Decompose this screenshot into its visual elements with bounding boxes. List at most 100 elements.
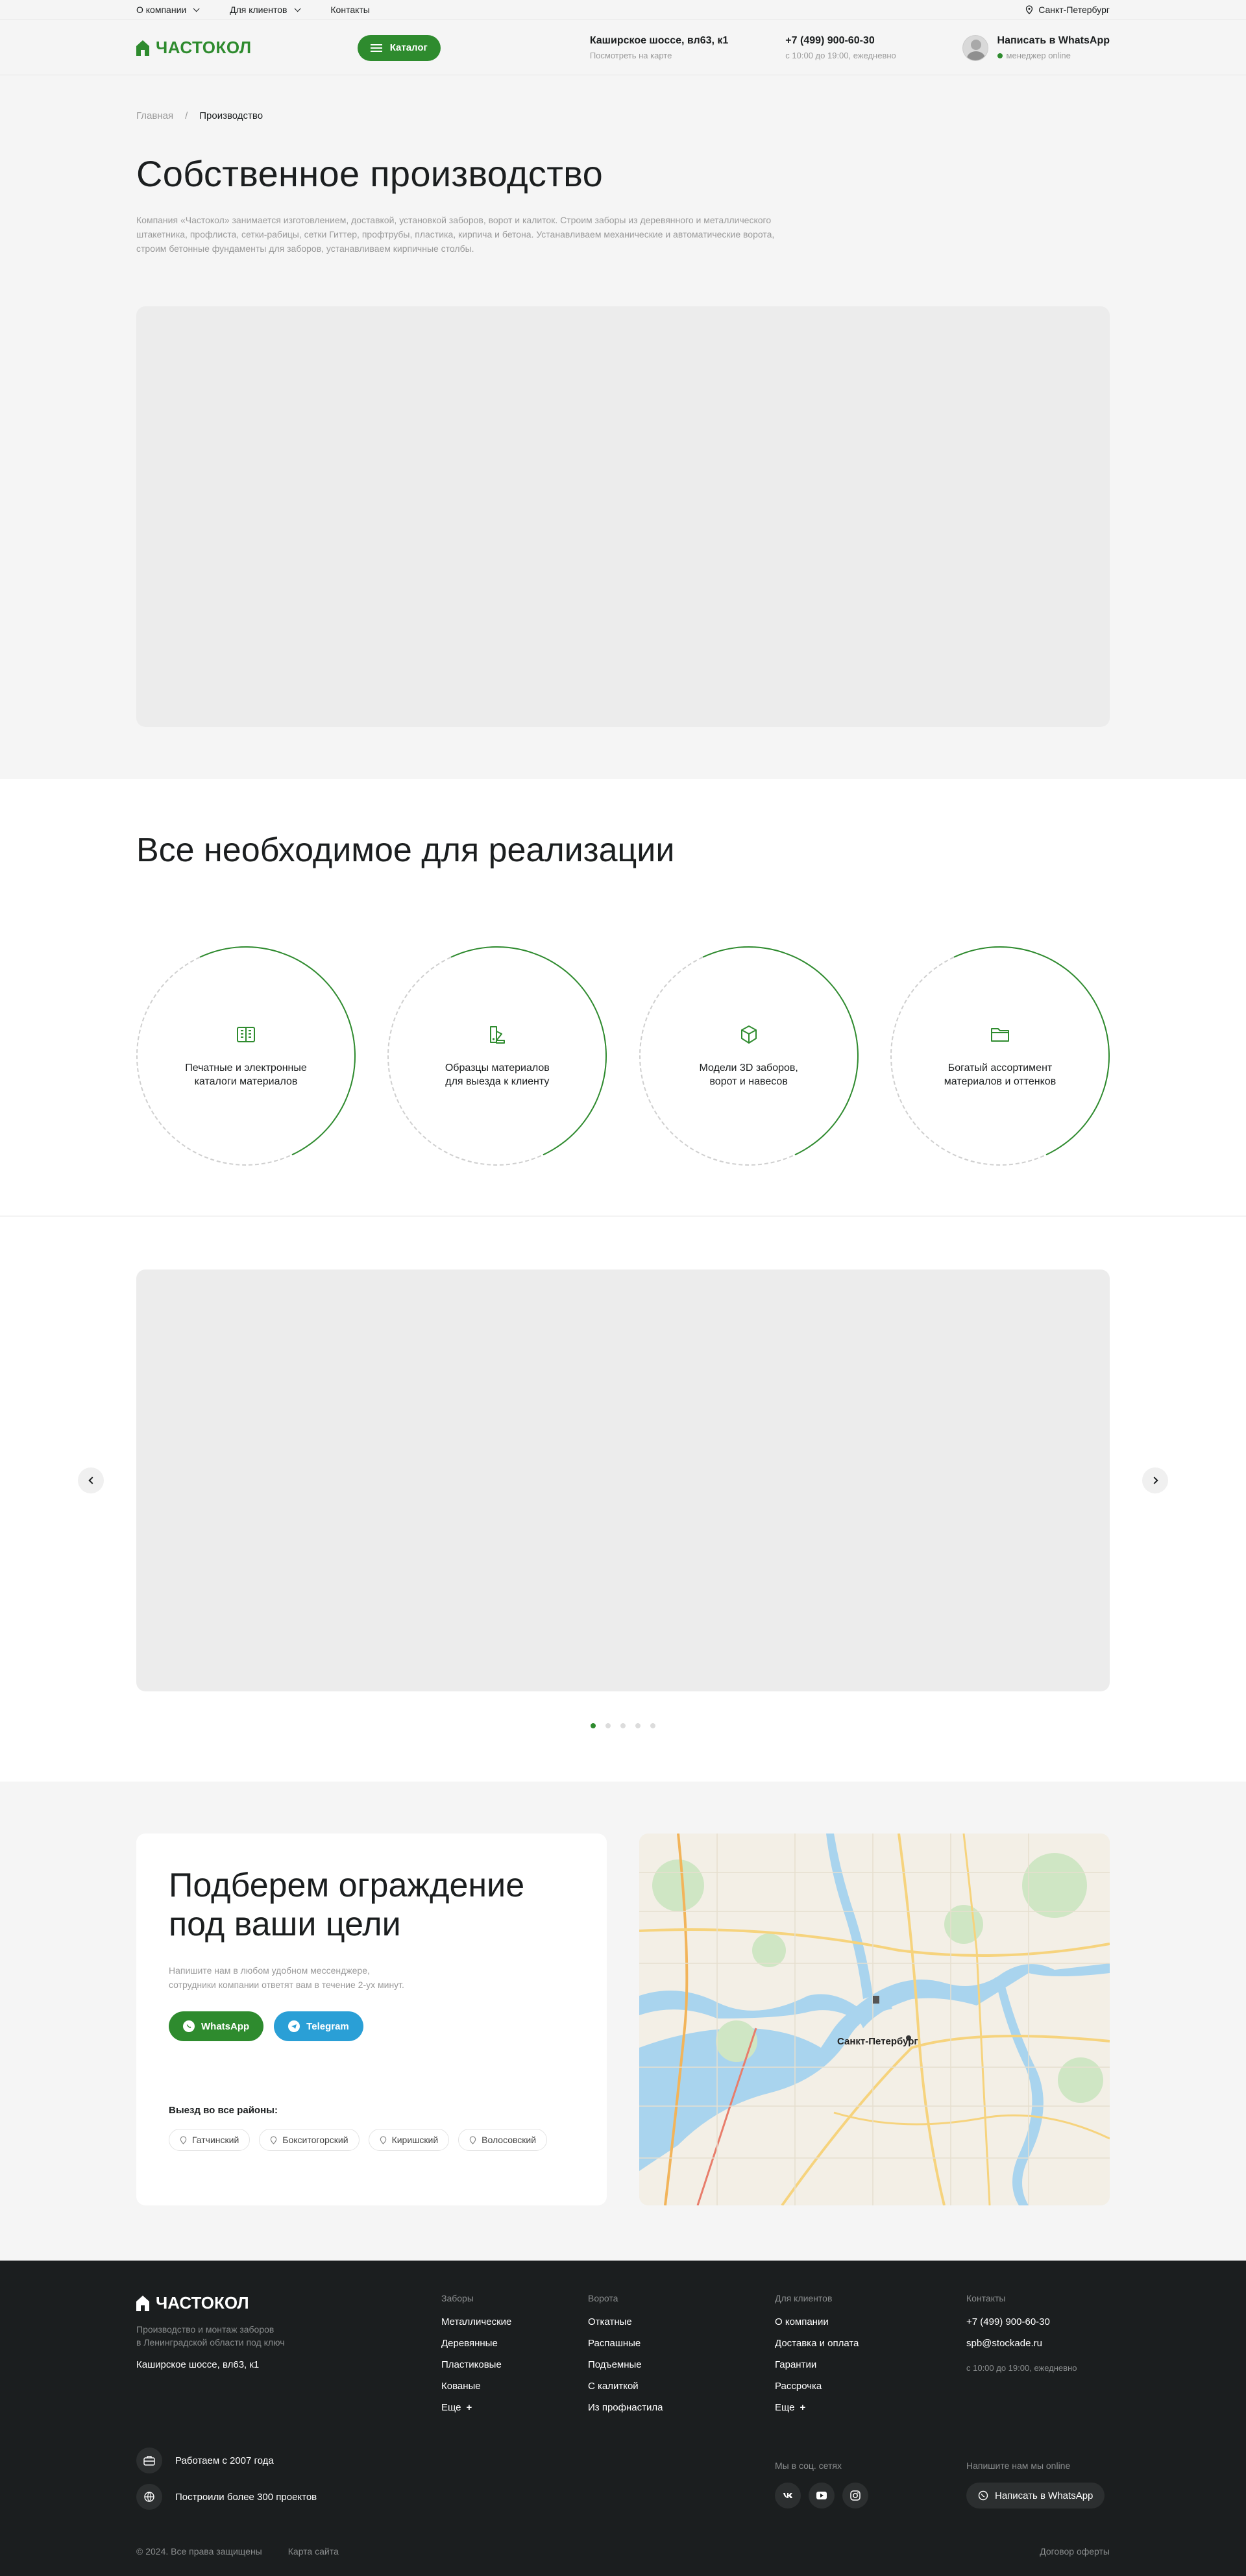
chevron-right-icon	[1150, 1477, 1158, 1484]
footer-link[interactable]: Подъемные	[588, 2359, 663, 2370]
contact-section: Подберем ограждение под ваши цели Напишит…	[0, 1782, 1246, 2261]
location-pin-icon	[180, 2135, 187, 2144]
district-chip[interactable]: Киришский	[368, 2129, 450, 2151]
contact-title: Подберем ограждение под ваши цели	[169, 1867, 525, 1943]
online-title: Напишите нам мы online	[966, 2460, 1071, 2471]
feature-card: Модели 3D заборов, ворот и навесов	[608, 915, 890, 1197]
logo-icon	[136, 2295, 149, 2311]
footer-link[interactable]: Распашные	[588, 2338, 663, 2349]
header: ЧАСТОКОЛ Каталог Каширское шоссе, вл63, …	[0, 20, 1246, 75]
chevron-left-icon	[88, 1477, 96, 1484]
slider-next-button[interactable]	[1142, 1467, 1168, 1493]
footer-link[interactable]: Рассрочка	[775, 2381, 859, 2392]
footer-link[interactable]: О компании	[775, 2316, 859, 2327]
top-nav: О компании Для клиентов Контакты	[136, 5, 400, 15]
slide-image-placeholder	[136, 1270, 1110, 1691]
footer-column-title: Заборы	[441, 2293, 474, 2303]
chevron-down-icon	[193, 5, 200, 12]
page-intro: Компания «Частокол» занимается изготовле…	[136, 215, 775, 254]
social-title: Мы в соц. сетях	[775, 2460, 842, 2471]
location-pin-icon	[380, 2135, 386, 2144]
footer-column-title: Для клиентов	[775, 2293, 833, 2303]
footer-column-contacts: Контакты +7 (499) 900-60-30 spb@stockade…	[966, 2293, 1077, 2383]
breadcrumb: Главная / Производство	[136, 110, 1110, 121]
offer-link[interactable]: Договор оферты	[1040, 2546, 1110, 2557]
footer-link[interactable]: Пластиковые	[441, 2359, 511, 2370]
breadcrumb-separator: /	[185, 110, 188, 121]
whatsapp-link[interactable]: Написать в WhatsApp	[997, 35, 1110, 47]
feature-card: Богатый ассортимент материалов и оттенков	[859, 915, 1141, 1197]
footer-link[interactable]: Металлические	[441, 2316, 511, 2327]
pagination-dot[interactable]	[591, 1723, 596, 1728]
footer-link[interactable]: Из профнастила	[588, 2402, 663, 2413]
fact-item: Построили более 300 проектов	[136, 2484, 317, 2510]
footer-facts: Работаем с 2007 года Построили более 300…	[136, 2447, 317, 2520]
fact-item: Работаем с 2007 года	[136, 2447, 317, 2473]
district-chip[interactable]: Бокситогорский	[259, 2129, 360, 2151]
breadcrumb-home[interactable]: Главная	[136, 110, 173, 121]
city-selector[interactable]: Санкт-Петербург	[1025, 5, 1110, 15]
footer-link[interactable]: Деревянные	[441, 2338, 511, 2349]
footer-column-title: Контакты	[966, 2293, 1006, 2303]
menu-icon	[370, 43, 382, 52]
top-nav-clients[interactable]: Для клиентов	[230, 5, 301, 15]
whatsapp-button[interactable]: WhatsApp	[169, 2011, 264, 2041]
districts-title: Выезд во все районы:	[169, 2105, 278, 2116]
manager-status: менеджер online	[1006, 51, 1071, 60]
pagination-dot[interactable]	[650, 1723, 655, 1728]
footer-link[interactable]: С калиткой	[588, 2381, 663, 2392]
footer-link[interactable]: Кованые	[441, 2381, 511, 2392]
features-section: Все необходимое для реализации Печатные …	[0, 779, 1246, 1216]
top-nav-about[interactable]: О компании	[136, 5, 200, 15]
youtube-icon[interactable]	[809, 2483, 835, 2509]
whatsapp-icon	[978, 2490, 988, 2501]
footer-more-link[interactable]: Еще +	[441, 2402, 511, 2413]
top-nav-contacts[interactable]: Контакты	[330, 5, 369, 15]
logo[interactable]: ЧАСТОКОЛ	[136, 38, 252, 58]
footer: ЧАСТОКОЛ Производство и монтаж заборов в …	[0, 2261, 1246, 2576]
pagination-dot[interactable]	[620, 1723, 626, 1728]
footer-email[interactable]: spb@stockade.ru	[966, 2338, 1077, 2349]
phone-number[interactable]: +7 (499) 900-60-30	[785, 35, 896, 47]
instagram-icon[interactable]	[842, 2483, 868, 2509]
header-phone[interactable]: +7 (499) 900-60-30 с 10:00 до 19:00, еже…	[785, 35, 896, 60]
working-hours: с 10:00 до 19:00, ежедневно	[785, 51, 896, 60]
page-title: Собственное производство	[136, 153, 604, 194]
slider-section	[0, 1217, 1246, 1782]
pagination-dot[interactable]	[635, 1723, 641, 1728]
sitemap-link[interactable]: Карта сайта	[288, 2546, 339, 2557]
footer-logo[interactable]: ЧАСТОКОЛ	[136, 2293, 249, 2313]
footer-phone[interactable]: +7 (499) 900-60-30	[966, 2316, 1077, 2327]
footer-whatsapp-button[interactable]: Написать в WhatsApp	[966, 2483, 1105, 2509]
plus-icon: +	[800, 2402, 806, 2413]
map-link[interactable]: Посмотреть на карте	[590, 51, 728, 60]
header-address[interactable]: Каширское шоссе, вл63, к1 Посмотреть на …	[590, 35, 728, 60]
chevron-down-icon	[294, 5, 301, 12]
slider-prev-button[interactable]	[78, 1467, 104, 1493]
whatsapp-icon	[183, 2020, 195, 2032]
social-block: Мы в соц. сетях	[775, 2460, 868, 2509]
footer-link[interactable]: Доставка и оплата	[775, 2338, 859, 2349]
city-map[interactable]: Санкт-Петербург	[639, 1834, 1110, 2205]
footer-link[interactable]: Откатные	[588, 2316, 663, 2327]
logo-icon	[136, 40, 149, 56]
catalog-button[interactable]: Каталог	[357, 34, 441, 61]
contact-card: Подберем ограждение под ваши цели Напишит…	[136, 1834, 607, 2205]
footer-link[interactable]: Гарантии	[775, 2359, 859, 2370]
briefcase-icon	[136, 2447, 162, 2473]
footer-column-gates: Ворота Откатные Распашные Подъемные С ка…	[588, 2293, 663, 2423]
header-whatsapp[interactable]: Написать в WhatsApp менеджер online	[962, 34, 1110, 61]
district-chip[interactable]: Волосовский	[458, 2129, 548, 2151]
district-chip[interactable]: Гатчинский	[169, 2129, 250, 2151]
telegram-icon	[288, 2020, 300, 2032]
map-graphic: Санкт-Петербург	[639, 1834, 1110, 2205]
top-bar: О компании Для клиентов Контакты Санкт-П…	[0, 0, 1246, 19]
copyright: © 2024. Все права защищены	[136, 2546, 262, 2557]
features-title: Все необходимое для реализации	[136, 831, 675, 869]
footer-more-link[interactable]: Еще +	[775, 2402, 859, 2413]
telegram-button[interactable]: Telegram	[274, 2011, 363, 2041]
contact-description: Напишите нам в любом удобном мессенджере…	[169, 1965, 404, 1990]
vk-icon[interactable]	[775, 2483, 801, 2509]
pagination-dot[interactable]	[605, 1723, 611, 1728]
plus-icon: +	[466, 2402, 472, 2413]
